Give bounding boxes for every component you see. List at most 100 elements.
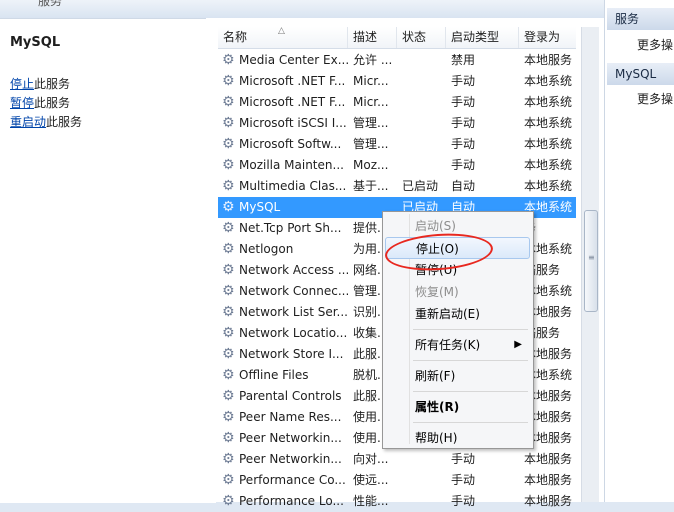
- window-title: 服务: [38, 0, 63, 8]
- cell-startup: 自动: [451, 179, 476, 193]
- service-gear-icon: ⚙: [222, 283, 235, 299]
- menu-item-label: 所有任务(K): [415, 338, 481, 352]
- table-row[interactable]: ⚙ Peer Networkin... 向对... 手动 本地服务: [218, 449, 576, 470]
- cell-name: Microsoft .NET F...: [239, 95, 346, 109]
- service-gear-icon: ⚙: [222, 409, 235, 425]
- pause-service-rest: 此服务: [34, 96, 71, 110]
- cell-name: Microsoft Softw...: [239, 137, 342, 151]
- sort-ascending-icon: △: [278, 26, 285, 36]
- stop-service-link[interactable]: 停止: [10, 77, 34, 91]
- service-gear-icon: ⚙: [222, 157, 235, 173]
- cell-desc: Moz...: [353, 158, 389, 172]
- cell-startup: 禁用: [451, 53, 476, 67]
- pause-service-action: 暂停此服务: [10, 94, 70, 111]
- menu-item-label: 重新启动(E): [415, 307, 480, 321]
- table-row[interactable]: ⚙ Multimedia Clas... 基于... 已启动 自动 本地系统: [218, 176, 576, 197]
- restart-service-action: 重启动此服务: [10, 113, 82, 130]
- column-startup-label: 启动类型: [451, 30, 500, 44]
- actions-section-services[interactable]: 服务: [607, 8, 674, 30]
- service-gear-icon: ⚙: [222, 304, 235, 320]
- column-header-name[interactable]: 名称 △: [218, 26, 348, 48]
- actions-section-mysql[interactable]: MySQL: [607, 63, 674, 85]
- service-gear-icon: ⚙: [222, 451, 235, 467]
- cell-logon: 本地服务: [524, 452, 573, 466]
- service-gear-icon: ⚙: [222, 73, 235, 89]
- menu-item: 恢复(M): [385, 281, 530, 303]
- column-header-logon[interactable]: 登录为: [519, 27, 576, 48]
- table-row[interactable]: ⚙ Microsoft iSCSI I... 管理... 手动 本地系统: [218, 113, 576, 134]
- column-header-status[interactable]: 状态: [397, 27, 446, 48]
- column-name-label: 名称: [223, 30, 248, 44]
- cell-logon: 本地系统: [524, 158, 573, 172]
- column-header-description[interactable]: 描述: [348, 27, 397, 48]
- cell-desc: 允许 ...: [353, 53, 393, 67]
- actions-pane: 服务 更多操 MySQL 更多操: [604, 0, 674, 502]
- column-description-label: 描述: [353, 30, 378, 44]
- table-row[interactable]: ⚙ Microsoft Softw... 管理... 手动 本地系统: [218, 134, 576, 155]
- stop-service-rest: 此服务: [34, 77, 71, 91]
- column-status-label: 状态: [402, 30, 427, 44]
- restart-service-rest: 此服务: [46, 115, 83, 129]
- service-gear-icon: ⚙: [222, 52, 235, 68]
- cell-startup: 手动: [451, 473, 476, 487]
- pause-service-link[interactable]: 暂停: [10, 96, 34, 110]
- service-gear-icon: ⚙: [222, 220, 235, 236]
- cell-name: Peer Networkin...: [239, 431, 342, 445]
- service-gear-icon: ⚙: [222, 94, 235, 110]
- cell-name: Network Store I...: [239, 347, 344, 361]
- cell-startup: 手动: [451, 116, 476, 130]
- menu-item[interactable]: 重新启动(E): [385, 303, 530, 325]
- cell-desc: 使远...: [353, 473, 389, 487]
- cell-desc: 管理...: [353, 116, 389, 130]
- menu-item[interactable]: 所有任务(K) ▶: [385, 334, 530, 356]
- service-gear-icon: ⚙: [222, 367, 235, 383]
- vertical-scrollbar[interactable]: ≡: [581, 27, 599, 502]
- table-row[interactable]: ⚙ Microsoft .NET F... Micr... 手动 本地系统: [218, 92, 576, 113]
- actions-more-services[interactable]: 更多操: [637, 36, 673, 53]
- service-gear-icon: ⚙: [222, 241, 235, 257]
- scrollbar-thumb[interactable]: ≡: [584, 210, 598, 312]
- cell-startup: 手动: [451, 452, 476, 466]
- cell-desc: 管理...: [353, 137, 389, 151]
- menu-item[interactable]: 刷新(F): [385, 365, 530, 387]
- table-row[interactable]: ⚙ Microsoft .NET F... Micr... 手动 本地系统: [218, 71, 576, 92]
- cell-name: Netlogon: [239, 242, 294, 256]
- menu-item-label: 启动(S): [415, 219, 456, 233]
- cell-desc: 基于...: [353, 179, 389, 193]
- menu-item[interactable]: 属性(R): [385, 396, 530, 418]
- service-gear-icon: ⚙: [222, 136, 235, 152]
- cell-logon: 本地系统: [524, 95, 573, 109]
- cell-name: Net.Tcp Port Sh...: [239, 221, 342, 235]
- cell-startup: 手动: [451, 74, 476, 88]
- table-row[interactable]: ⚙ Media Center Ex... 允许 ... 禁用 本地服务: [218, 50, 576, 71]
- cell-desc: Micr...: [353, 74, 389, 88]
- submenu-arrow-icon: ▶: [514, 339, 522, 350]
- cell-name: Microsoft iSCSI I...: [239, 116, 347, 130]
- restart-service-link[interactable]: 重启动: [10, 115, 46, 129]
- service-gear-icon: ⚙: [222, 472, 235, 488]
- cell-name: Network Locatio...: [239, 326, 348, 340]
- cell-name: Network Access ...: [239, 263, 348, 277]
- cell-name: Offline Files: [239, 368, 309, 382]
- selected-service-title: MySQL: [10, 35, 61, 50]
- cell-logon: 本地系统: [524, 116, 573, 130]
- column-header-startup-type[interactable]: 启动类型: [446, 27, 519, 48]
- actions-more-mysql[interactable]: 更多操: [637, 90, 673, 107]
- cell-desc: Micr...: [353, 95, 389, 109]
- table-row[interactable]: ⚙ Performance Co... 使远... 手动 本地服务: [218, 470, 576, 491]
- cell-name: Microsoft .NET F...: [239, 74, 346, 88]
- menu-item-label: 属性(R): [415, 400, 460, 414]
- menu-separator: [413, 329, 528, 330]
- table-row[interactable]: ⚙ Mozilla Mainten... Moz... 手动 本地系统: [218, 155, 576, 176]
- cell-logon: 本地服务: [524, 53, 573, 67]
- menu-item-label: 帮助(H): [415, 431, 458, 445]
- cell-name: Peer Name Res...: [239, 410, 342, 424]
- cell-name: Network Connec...: [239, 284, 348, 298]
- service-gear-icon: ⚙: [222, 115, 235, 131]
- cell-logon: 本地系统: [524, 179, 573, 193]
- menu-item-label: 刷新(F): [415, 369, 456, 383]
- cell-desc: 向对...: [353, 452, 389, 466]
- stop-service-action: 停止此服务: [10, 75, 70, 92]
- window-top-strip: 服务: [0, 0, 604, 18]
- menu-item[interactable]: 帮助(H): [385, 427, 530, 449]
